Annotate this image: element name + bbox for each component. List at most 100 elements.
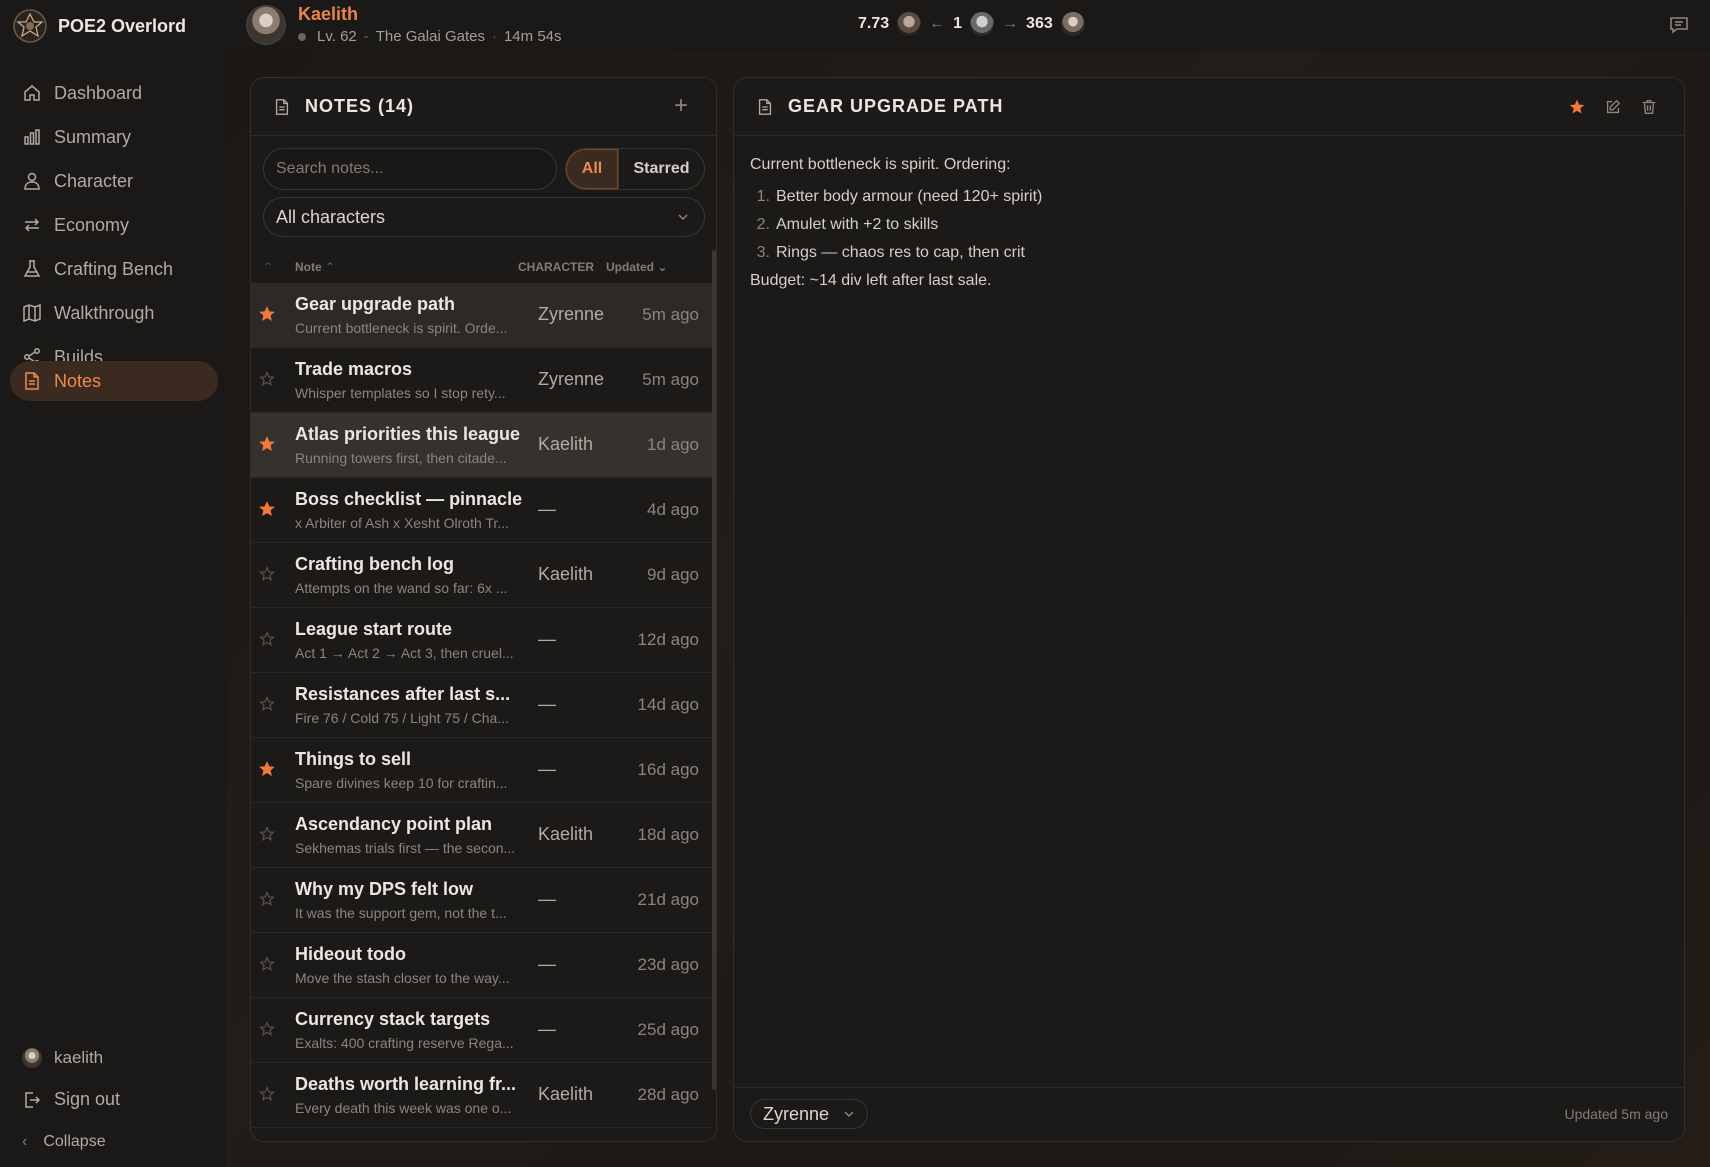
note-row[interactable]: Deaths worth learning fr... Every death t… [251,1063,713,1128]
note-updated: 23d ago [637,955,699,974]
note-character: Kaelith [538,824,594,844]
character-filter-select[interactable]: All characters [263,197,705,237]
sidebar-item-crafting-bench[interactable]: Crafting Bench [10,249,218,289]
note-content[interactable]: Current bottleneck is spirit. Ordering: … [750,154,1650,292]
column-updated[interactable]: Updated ⌄ [606,260,667,274]
star-filled-icon[interactable] [259,436,275,452]
arrow-left-icon: ← [929,15,946,32]
star-filled-icon[interactable] [259,306,275,322]
note-character: Zyrenne [538,304,605,324]
note-updated: 9d ago [647,565,699,584]
edit-icon[interactable] [1604,98,1622,116]
note-updated: 25d ago [637,1020,699,1039]
note-row[interactable]: Things to sell Spare divines keep 10 for … [251,738,713,803]
note-updated: 21d ago [637,890,699,909]
note-row[interactable]: Ascendancy point plan Sekhemas trials fir… [251,803,713,868]
character-filter-value: All characters [276,206,386,227]
star-filled-icon[interactable] [259,501,275,517]
note-title: Gear upgrade path [295,294,456,314]
note-row[interactable]: Hideout todo Move the stash closer to the… [251,933,713,998]
session-time: 14m 54s [503,28,562,45]
exalted-orb-icon [970,12,995,36]
notes-scrollbar[interactable] [712,250,716,1090]
chat-icon[interactable] [1668,14,1690,36]
note-row[interactable]: Why my DPS felt low It was the support ge… [251,868,713,933]
note-row[interactable]: Crafting bench log Attempts on the wand s… [251,543,713,608]
note-row[interactable]: Gear upgrade path Current bottleneck is s… [251,283,713,348]
arrow-right-icon: → [1002,15,1019,32]
star-outline-icon[interactable] [259,566,275,582]
sidebar-item-label: Summary [54,126,132,147]
note-row[interactable]: Trade macros Whisper templates so I stop … [251,348,713,413]
sidebar-item-label: Notes [54,370,102,391]
sidebar-user[interactable]: kaelith [22,1048,103,1068]
star-outline-icon[interactable] [259,826,275,842]
star-outline-icon[interactable] [259,371,275,387]
star-outline-icon[interactable] [259,891,275,907]
sidebar: Dashboard Summary Character Economy Craf… [0,52,226,1167]
sign-out-button[interactable]: Sign out [22,1089,120,1110]
note-row[interactable]: Currency stack targets Exalts: 400 crafti… [251,998,713,1063]
filter-starred-button[interactable]: Starred [618,149,704,189]
separator: · [491,28,497,45]
separator: - [363,28,369,45]
list-text: Amulet with +2 to skills [776,216,939,233]
notes-list: Gear upgrade path Current bottleneck is s… [251,283,713,1128]
note-character: — [538,889,556,909]
note-preview: Fire 76 / Cold 75 / Light 75 / Cha... [295,710,510,726]
star-outline-icon[interactable] [259,631,275,647]
star-outline-icon[interactable] [259,696,275,712]
search-notes-input[interactable] [263,148,557,190]
note-title: Things to sell [295,749,412,769]
note-title: Ascendancy point plan [295,814,493,834]
star-filled-icon[interactable] [259,761,275,777]
add-note-button[interactable]: + [674,94,688,118]
star-outline-icon[interactable] [259,956,275,972]
sidebar-item-label: Crafting Bench [54,258,174,279]
note-row[interactable]: Resistances after last s... Fire 76 / Col… [251,673,713,738]
character-zone: The Galai Gates [375,28,485,45]
sort-star-icon[interactable]: ⌃ [263,260,273,274]
filter-all-button[interactable]: All [566,149,618,189]
note-title: Hideout todo [295,944,406,964]
brand[interactable]: POE2 Overlord [12,8,186,44]
column-character[interactable]: CHARACTER [518,260,594,274]
column-note[interactable]: Note ⌃ [295,260,335,274]
active-character[interactable]: Kaelith Lv. 62 - The Galai Gates · 14m 5… [246,4,562,46]
notes-header: NOTES (14) + [251,78,716,136]
list-item: 1. Better body armour (need 120+ spirit) [750,186,1650,208]
note-updated: 1d ago [647,435,699,454]
sidebar-item-walkthrough[interactable]: Walkthrough [10,293,218,333]
chaos-orb-icon [1060,12,1085,36]
note-row[interactable]: Boss checklist — pinnacle x Arbiter of As… [251,478,713,543]
sidebar-item-economy[interactable]: Economy [10,205,218,245]
note-character: — [538,1019,556,1039]
exchange-icon [24,218,40,232]
note-updated-time: Updated 5m ago [1564,1106,1668,1122]
star-outline-icon[interactable] [259,1086,275,1102]
note-preview: It was the support gem, not the t... [295,905,507,921]
note-preview: Running towers first, then citade... [295,450,507,466]
note-row[interactable]: League start route Act 1 → Act 2 → Act 3,… [251,608,713,673]
currency-ratio: 7.73 ← 1 → 363 [858,12,1093,36]
collapse-button[interactable]: ‹ Collapse [22,1133,106,1151]
sidebar-item-summary[interactable]: Summary [10,117,218,157]
star-icon[interactable] [1568,98,1586,116]
document-icon [25,372,39,390]
trash-icon[interactable] [1640,98,1658,116]
note-updated: 12d ago [637,630,699,649]
note-preview: Act 1 → Act 2 → Act 3, then cruel... [295,645,514,661]
currency-to-amount: 363 [1026,15,1053,32]
column-updated-label: Updated [606,260,654,274]
sidebar-item-dashboard[interactable]: Dashboard [10,73,218,113]
sidebar-item-character[interactable]: Character [10,161,218,201]
flask-icon [23,260,41,277]
note-row[interactable]: Atlas priorities this league Running towe… [251,413,713,478]
note-title: Resistances after last s... [295,684,511,704]
note-title: Crafting bench log [295,554,454,574]
sidebar-item-notes[interactable]: Notes [10,361,218,401]
divine-orb-icon [897,12,922,36]
sidebar-item-label: Walkthrough [54,302,155,323]
note-character-select[interactable]: Zyrenne [750,1099,869,1129]
star-outline-icon[interactable] [259,1021,275,1037]
